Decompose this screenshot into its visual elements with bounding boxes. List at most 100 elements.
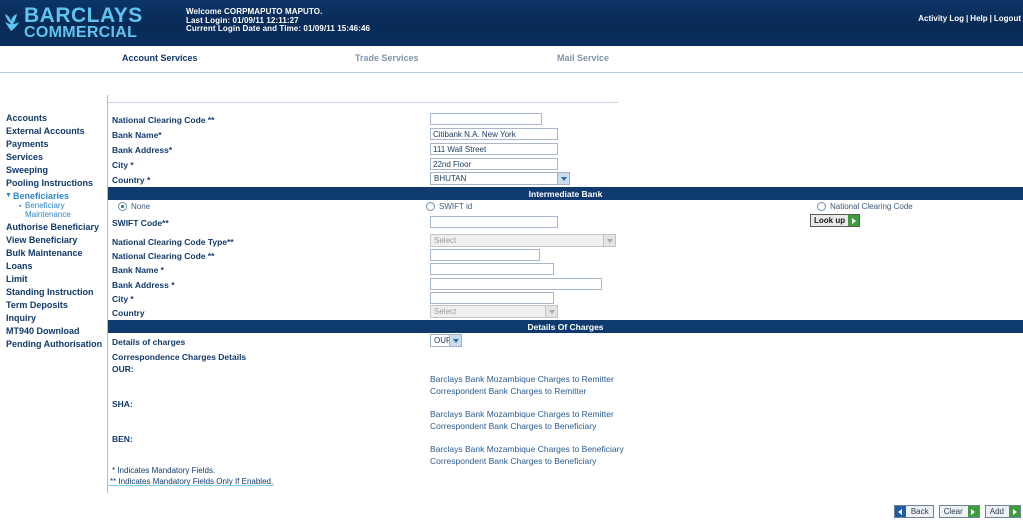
label-swift-code: SWIFT Code** [112,218,169,228]
input-bank-address[interactable] [430,143,558,155]
sidebar-item-term-deposits[interactable]: Term Deposits [6,300,68,310]
radio-icon-none[interactable] [118,202,127,211]
charges-our-line-2: Correspondent Bank Charges to Remitter [430,386,587,396]
main-content: National Clearing Code ** Bank Name* Ban… [108,73,1023,523]
app-header: BARCLAYS COMMERCIAL Welcome CORPMAPUTO M… [0,0,1023,46]
input-city[interactable] [430,158,558,170]
footnote-mandatory: * Indicates Mandatory Fields. [112,466,216,475]
sidebar-item-mt940-download[interactable]: MT940 Download [6,326,80,336]
input-bank-name[interactable] [430,128,558,140]
charges-ben-line-1: Barclays Bank Mozambique Charges to Bene… [430,444,624,454]
charges-our-line-1: Barclays Bank Mozambique Charges to Remi… [430,374,614,384]
radio-label-none: None [131,202,151,211]
radio-icon-national-clearing-code[interactable] [817,202,826,211]
logo-primary-text: BARCLAYS [24,4,143,27]
label-country: Country * [112,175,151,185]
radio-option-swift-id[interactable]: SWIFT id [426,202,472,211]
radio-icon-swift-id[interactable] [426,202,435,211]
tab-trade-services[interactable]: Trade Services [355,53,419,63]
sidebar-menu: Accounts External Accounts Payments Serv… [0,73,108,523]
input-intermediate-bank-address[interactable] [430,278,602,290]
charges-sha-line-2: Correspondent Bank Charges to Beneficiar… [430,421,597,431]
help-link[interactable]: Help [970,14,987,23]
charges-key-our: OUR: [112,364,134,374]
charges-key-sha: SHA: [112,399,133,409]
sidebar-item-pending-authorisation[interactable]: Pending Authorisation [6,339,102,349]
chevron-down-icon[interactable] [449,335,461,346]
clear-button-label: Clear [943,507,963,516]
charges-key-ben: BEN: [112,434,133,444]
logout-link[interactable]: Logout [994,14,1021,23]
select-country[interactable]: BHUTAN [430,172,570,185]
section-header-details-of-charges: Details Of Charges [108,320,1023,333]
sidebar-item-pooling-instructions[interactable]: Pooling Instructions [6,178,93,188]
barclays-eagle-icon [5,14,19,31]
tab-mail-service[interactable]: Mail Service [557,53,609,63]
current-login-text: Current Login Date and Time: 01/09/11 15… [186,24,371,33]
label-correspondence-charges-details: Correspondence Charges Details [112,352,247,362]
sidebar-item-loans[interactable]: Loans [6,261,33,271]
chevron-down-icon[interactable] [545,306,557,317]
right-arrow-icon [1009,506,1020,517]
radio-option-national-clearing-code[interactable]: National Clearing Code [817,202,913,211]
sidebar-item-authorise-beneficiary[interactable]: Authorise Beneficiary [6,222,99,232]
label-intermediate-clearing-code-type: National Clearing Code Type** [112,237,234,247]
back-button[interactable]: Back [893,505,934,518]
sidebar-subitem-beneficiary-maintenance[interactable]: Beneficiary Maintenance [25,201,97,219]
sidebar-item-external-accounts[interactable]: External Accounts [6,126,85,136]
sidebar-item-limit[interactable]: Limit [6,274,28,284]
left-arrow-icon [894,506,906,517]
back-button-label: Back [910,507,929,516]
sidebar-item-accounts[interactable]: Accounts [6,113,47,123]
add-button-label: Add [989,507,1004,516]
select-details-of-charges[interactable]: OUR [430,334,462,347]
sidebar-item-sweeping[interactable]: Sweeping [6,165,48,175]
sidebar-item-standing-instruction[interactable]: Standing Instruction [6,287,94,297]
chevron-down-icon[interactable] [603,235,615,246]
select-intermediate-country-value: Select [434,307,457,316]
footnote-underline [108,485,274,486]
label-intermediate-city: City * [112,294,134,304]
section-header-intermediate-bank: Intermediate Bank [108,187,1023,200]
action-button-bar: Back Clear Add [893,505,1021,518]
welcome-block: Welcome CORPMAPUTO MAPUTO. Last Login: 0… [186,7,371,34]
input-intermediate-clearing-code[interactable] [430,249,540,261]
label-intermediate-country: Country [112,308,145,318]
label-bank-address: Bank Address* [112,145,173,155]
charges-ben-line-2: Correspondent Bank Charges to Beneficiar… [430,456,597,466]
input-swift-code[interactable] [430,216,558,228]
right-arrow-icon [967,506,979,517]
sidebar-item-bulk-maintenance[interactable]: Bulk Maintenance [6,248,83,258]
select-intermediate-clearing-code-type-value: Select [434,236,457,245]
input-national-clearing-code[interactable] [430,113,542,125]
right-arrow-icon [848,215,860,226]
sidebar-item-beneficiaries[interactable]: Beneficiaries [13,191,69,201]
sidebar-item-view-beneficiary[interactable]: View Beneficiary [6,235,77,245]
sidebar-item-services[interactable]: Services [6,152,43,162]
label-intermediate-clearing-code: National Clearing Code ** [112,251,215,261]
radio-option-none[interactable]: None [118,202,150,211]
activity-log-link[interactable]: Activity Log [918,14,964,23]
chevron-down-icon[interactable]: ▼ [5,192,12,199]
tab-account-services[interactable]: Account Services [122,53,198,63]
clear-button[interactable]: Clear [938,505,980,518]
select-intermediate-country[interactable]: Select [430,305,558,318]
barclays-logo[interactable]: BARCLAYS COMMERCIAL [2,4,142,42]
label-intermediate-bank-address: Bank Address * [112,280,175,290]
radio-label-national-clearing-code: National Clearing Code [830,202,913,211]
lookup-button[interactable]: Look up [810,214,861,227]
label-intermediate-bank-name: Bank Name * [112,265,164,275]
header-links: Activity Log | Help | Logout [918,14,1021,23]
label-national-clearing-code: National Clearing Code ** [112,115,215,125]
charges-sha-line-1: Barclays Bank Mozambique Charges to Remi… [430,409,614,419]
select-intermediate-clearing-code-type[interactable]: Select [430,234,616,247]
primary-navigation: Account Services Trade Services Mail Ser… [0,46,1023,73]
add-button[interactable]: Add [984,505,1021,518]
application-page: BARCLAYS COMMERCIAL Welcome CORPMAPUTO M… [0,0,1023,523]
input-intermediate-city[interactable] [430,292,554,304]
sidebar-item-inquiry[interactable]: Inquiry [6,313,36,323]
sidebar-item-payments[interactable]: Payments [6,139,49,149]
input-intermediate-bank-name[interactable] [430,263,554,275]
lookup-button-label: Look up [814,216,846,225]
chevron-down-icon[interactable] [557,173,569,184]
